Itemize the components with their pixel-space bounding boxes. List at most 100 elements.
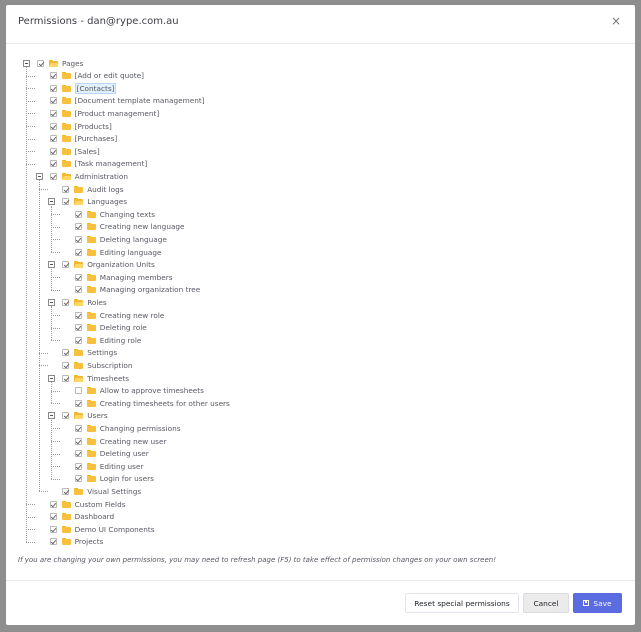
tree-node-deleting-language[interactable]: Deleting language <box>74 233 167 245</box>
tree-node-label: Managing organization tree <box>99 285 201 295</box>
tree-guide-line <box>38 180 40 492</box>
checkbox-changing-permissions[interactable] <box>74 424 82 432</box>
checkbox-creating-timesheets-other-users[interactable] <box>74 399 82 407</box>
checkbox-deleting-role[interactable] <box>74 324 82 332</box>
tree-node-managing-members[interactable]: Managing members <box>74 271 173 283</box>
collapse-toggle-users[interactable] <box>48 412 56 420</box>
tree-node-purchases[interactable]: [Purchases] <box>49 133 117 145</box>
tree-node-changing-texts[interactable]: Changing texts <box>74 208 155 220</box>
checkbox-changing-texts[interactable] <box>74 210 82 218</box>
folder-icon <box>61 84 71 92</box>
checkbox-creating-new-language[interactable] <box>74 223 82 231</box>
tree-node-roles[interactable]: Roles <box>62 296 107 308</box>
checkbox-add-edit-quote[interactable] <box>49 72 57 80</box>
checkbox-users[interactable] <box>62 412 70 420</box>
checkbox-subscription[interactable] <box>62 361 70 369</box>
tree-node-sales[interactable]: [Sales] <box>49 145 100 157</box>
checkbox-product-management[interactable] <box>49 109 57 117</box>
checkbox-deleting-user[interactable] <box>74 450 82 458</box>
tree-node-editing-role[interactable]: Editing role <box>74 334 141 346</box>
checkbox-contacts[interactable] <box>49 84 57 92</box>
tree-node-projects[interactable]: Projects <box>49 536 103 548</box>
checkbox-task-management[interactable] <box>49 160 57 168</box>
tree-node-organization-units[interactable]: Organization Units <box>62 259 155 271</box>
tree-node-document-template-management[interactable]: [Document template management] <box>49 95 205 107</box>
checkbox-managing-members[interactable] <box>74 273 82 281</box>
checkbox-document-template-management[interactable] <box>49 97 57 105</box>
checkbox-demo-ui-components[interactable] <box>49 525 57 533</box>
tree-node-add-edit-quote[interactable]: [Add or edit quote] <box>49 70 144 82</box>
tree-node-custom-fields[interactable]: Custom Fields <box>49 498 126 510</box>
folder-icon <box>74 185 84 193</box>
folder-icon <box>61 525 71 533</box>
tree-node-users[interactable]: Users <box>62 410 108 422</box>
tree-node-managing-organization-tree[interactable]: Managing organization tree <box>74 284 201 296</box>
tree-connector <box>26 88 35 90</box>
checkbox-timesheets[interactable] <box>62 374 70 382</box>
checkbox-editing-role[interactable] <box>74 336 82 344</box>
tree-node-label: Deleting language <box>99 234 167 244</box>
collapse-toggle-organization-units[interactable] <box>48 261 56 269</box>
tree-node-task-management[interactable]: [Task management] <box>49 158 147 170</box>
checkbox-settings[interactable] <box>62 349 70 357</box>
collapse-toggle-administration[interactable] <box>35 172 43 180</box>
tree-connector <box>51 239 61 241</box>
checkbox-pages[interactable] <box>37 59 44 67</box>
tree-node-languages[interactable]: Languages <box>62 196 127 208</box>
checkbox-organization-units[interactable] <box>62 261 70 269</box>
checkbox-dashboard[interactable] <box>49 513 57 521</box>
folder-icon <box>86 336 96 344</box>
checkbox-creating-new-role[interactable] <box>74 311 82 319</box>
tree-node-dashboard[interactable]: Dashboard <box>49 511 114 523</box>
checkbox-administration[interactable] <box>49 172 57 180</box>
tree-node-login-for-users[interactable]: Login for users <box>74 473 154 485</box>
tree-node-editing-language[interactable]: Editing language <box>74 246 162 258</box>
tree-node-subscription[interactable]: Subscription <box>62 359 133 371</box>
tree-guide-line <box>51 419 53 479</box>
save-button[interactable]: Save <box>573 593 622 613</box>
tree-node-visual-settings[interactable]: Visual Settings <box>62 485 141 497</box>
tree-node-administration[interactable]: Administration <box>49 170 128 182</box>
close-button[interactable]: × <box>609 14 623 28</box>
checkbox-projects[interactable] <box>49 538 57 546</box>
collapse-toggle-roles[interactable] <box>48 298 56 306</box>
checkbox-purchases[interactable] <box>49 135 57 143</box>
tree-node-creating-new-language[interactable]: Creating new language <box>74 221 185 233</box>
checkbox-editing-language[interactable] <box>74 248 82 256</box>
tree-node-changing-permissions[interactable]: Changing permissions <box>74 422 181 434</box>
tree-node-editing-user[interactable]: Editing user <box>74 460 143 472</box>
tree-node-creating-new-role[interactable]: Creating new role <box>74 309 164 321</box>
tree-node-product-management[interactable]: [Product management] <box>49 107 159 119</box>
checkbox-creating-new-user[interactable] <box>74 437 82 445</box>
tree-node-creating-new-user[interactable]: Creating new user <box>74 435 166 447</box>
tree-node-deleting-user[interactable]: Deleting user <box>74 448 149 460</box>
cancel-button[interactable]: Cancel <box>523 593 569 613</box>
checkbox-visual-settings[interactable] <box>62 487 70 495</box>
reset-special-permissions-button[interactable]: Reset special permissions <box>405 593 519 613</box>
tree-node-timesheets[interactable]: Timesheets <box>62 372 129 384</box>
checkbox-allow-approve-timesheets[interactable] <box>74 387 82 395</box>
tree-node-deleting-role[interactable]: Deleting role <box>74 322 147 334</box>
tree-node-pages[interactable]: Pages <box>37 57 83 69</box>
checkbox-managing-organization-tree[interactable] <box>74 286 82 294</box>
checkbox-custom-fields[interactable] <box>49 500 57 508</box>
checkbox-login-for-users[interactable] <box>74 475 82 483</box>
tree-node-settings[interactable]: Settings <box>62 347 117 359</box>
folder-icon <box>86 235 96 243</box>
checkbox-editing-user[interactable] <box>74 462 82 470</box>
checkbox-products[interactable] <box>49 122 57 130</box>
checkbox-deleting-language[interactable] <box>74 235 82 243</box>
tree-node-demo-ui-components[interactable]: Demo UI Components <box>49 523 155 535</box>
collapse-toggle-pages[interactable] <box>23 59 30 67</box>
tree-node-creating-timesheets-other-users[interactable]: Creating timesheets for other users <box>74 397 230 409</box>
checkbox-languages[interactable] <box>62 198 70 206</box>
tree-node-products[interactable]: [Products] <box>49 120 112 132</box>
collapse-toggle-languages[interactable] <box>48 198 56 206</box>
tree-node-audit-logs[interactable]: Audit logs <box>62 183 124 195</box>
checkbox-roles[interactable] <box>62 298 70 306</box>
collapse-toggle-timesheets[interactable] <box>48 374 56 382</box>
checkbox-audit-logs[interactable] <box>62 185 70 193</box>
tree-node-allow-approve-timesheets[interactable]: Allow to approve timesheets <box>74 385 204 397</box>
checkbox-sales[interactable] <box>49 147 57 155</box>
tree-node-contacts[interactable]: [Contacts] <box>49 82 117 94</box>
